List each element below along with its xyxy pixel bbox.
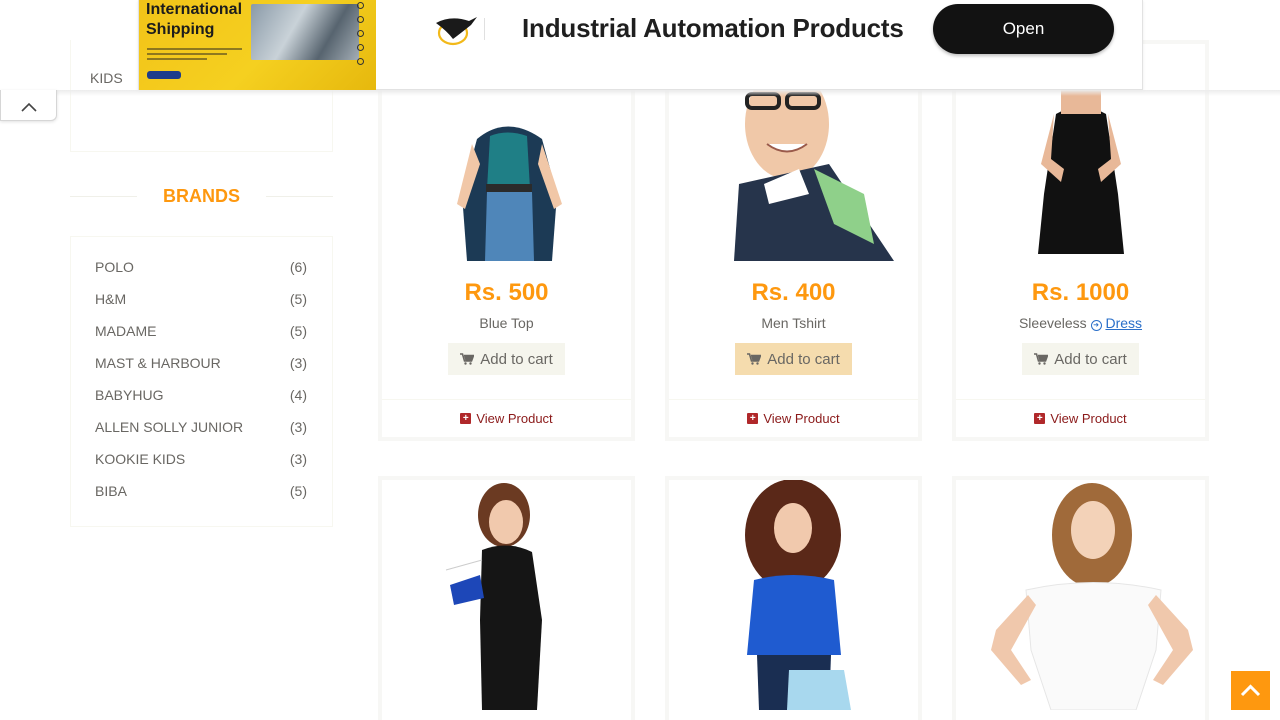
product-card: Rs. 1000 Sleeveless ➜ Dress Add to cart … — [952, 40, 1209, 441]
shopping-cart-icon — [1034, 353, 1049, 365]
chevron-up-icon — [1240, 684, 1261, 697]
view-product-link[interactable]: + View Product — [382, 399, 631, 437]
product-name-text: Sleeveless — [1018, 315, 1087, 331]
view-product-link[interactable]: + View Product — [669, 399, 918, 437]
ad-divider — [484, 18, 485, 40]
product-name: Men Tshirt — [761, 315, 826, 331]
brand-item-biba[interactable]: BIBA (5) — [95, 483, 307, 499]
view-product-label: View Product — [1050, 411, 1127, 426]
brand-name: ALLEN SOLLY JUNIOR — [95, 419, 244, 435]
brand-count: (4) — [289, 387, 307, 403]
add-to-cart-button[interactable]: Add to cart — [1022, 343, 1139, 375]
add-to-cart-label: Add to cart — [1054, 351, 1127, 368]
brand-name: MADAME — [95, 323, 157, 339]
ad-collapse-tab[interactable] — [0, 90, 57, 121]
plus-square-icon: + — [460, 413, 472, 424]
ad-banner[interactable]: International Shipping Industrial Automa… — [138, 0, 1143, 90]
product-card: Rs. 500 Blue Top Add to cart + View Prod… — [378, 40, 635, 441]
product-price: Rs. 400 — [751, 279, 836, 306]
brand-count: (5) — [289, 323, 307, 339]
brand-name: H&M — [95, 291, 127, 307]
brand-item-madame[interactable]: MADAME (5) — [95, 323, 307, 339]
header-shadow — [0, 90, 1280, 96]
add-to-cart-label: Add to cart — [480, 351, 553, 368]
product-card — [378, 476, 635, 720]
brands-title: BRANDS — [136, 186, 266, 206]
chevron-up-icon — [21, 102, 37, 112]
product-name: Sleeveless ➜ Dress — [956, 315, 1205, 331]
product-info: Rs. 500 Blue Top Add to cart — [382, 261, 631, 375]
view-product-label: View Product — [763, 411, 840, 426]
ad-open-button[interactable]: Open — [933, 4, 1114, 54]
brand-count: (5) — [289, 483, 307, 499]
ad-headline-line-2: Shipping — [146, 21, 215, 38]
brand-count: (3) — [289, 419, 307, 435]
brand-count: (6) — [289, 259, 307, 275]
brand-item-babyhug[interactable]: BABYHUG (4) — [95, 387, 307, 403]
brand-item-mast-harbour[interactable]: MAST & HARBOUR (3) — [95, 355, 307, 371]
product-price: Rs. 1000 — [1031, 279, 1130, 306]
product-card — [665, 476, 922, 720]
product-card — [952, 476, 1209, 720]
ad-image[interactable]: International Shipping — [139, 0, 376, 90]
product-image — [956, 480, 1205, 710]
product-price: Rs. 500 — [464, 279, 549, 306]
brands-heading: BRANDS — [70, 186, 333, 208]
brand-count: (3) — [289, 355, 307, 371]
brand-name: KOOKIE KIDS — [95, 451, 186, 467]
brand-name: BIBA — [95, 483, 127, 499]
brand-name: POLO — [95, 259, 134, 275]
product-category-link[interactable]: Dress — [1105, 315, 1142, 331]
ad-title[interactable]: Industrial Automation Products — [522, 13, 904, 44]
product-card: Rs. 400 Men Tshirt Add to cart + View Pr… — [665, 40, 922, 441]
scroll-to-top-button[interactable] — [1231, 671, 1270, 710]
ad-bullet-icons — [357, 2, 367, 72]
brand-name: BABYHUG — [95, 387, 164, 403]
view-product-link[interactable]: + View Product — [956, 399, 1205, 437]
brand-name: MAST & HARBOUR — [95, 355, 221, 371]
product-name: Blue Top — [479, 315, 534, 331]
learn-more-button[interactable] — [147, 71, 181, 79]
plus-square-icon: + — [1034, 413, 1046, 424]
product-image — [669, 480, 918, 710]
brand-item-polo[interactable]: POLO (6) — [95, 259, 307, 275]
product-image — [382, 480, 631, 710]
bird-logo-icon — [436, 17, 477, 46]
product-info: Rs. 1000 Sleeveless ➜ Dress Add to cart — [956, 261, 1205, 375]
brand-count: (5) — [289, 291, 307, 307]
brand-item-kookie-kids[interactable]: KOOKIE KIDS (3) — [95, 451, 307, 467]
ad-image-headline: International Shipping — [146, 0, 242, 40]
brand-item-allen-solly-junior[interactable]: ALLEN SOLLY JUNIOR (3) — [95, 419, 307, 435]
add-to-cart-label: Add to cart — [767, 351, 840, 368]
ad-text-lines — [147, 48, 242, 63]
shopping-cart-icon — [747, 353, 762, 365]
plus-square-icon: + — [747, 413, 759, 424]
view-product-label: View Product — [476, 411, 553, 426]
add-to-cart-button[interactable]: Add to cart — [448, 343, 565, 375]
ad-photo — [251, 4, 359, 60]
brand-item-hm[interactable]: H&M (5) — [95, 291, 307, 307]
tag-icon: ➜ — [1090, 320, 1102, 331]
add-to-cart-button[interactable]: Add to cart — [735, 343, 852, 375]
brand-count: (3) — [289, 451, 307, 467]
category-label: KIDS — [90, 70, 123, 86]
ad-headline-line-1: International — [146, 1, 243, 18]
shopping-cart-icon — [460, 353, 475, 365]
product-info: Rs. 400 Men Tshirt Add to cart — [669, 261, 918, 375]
